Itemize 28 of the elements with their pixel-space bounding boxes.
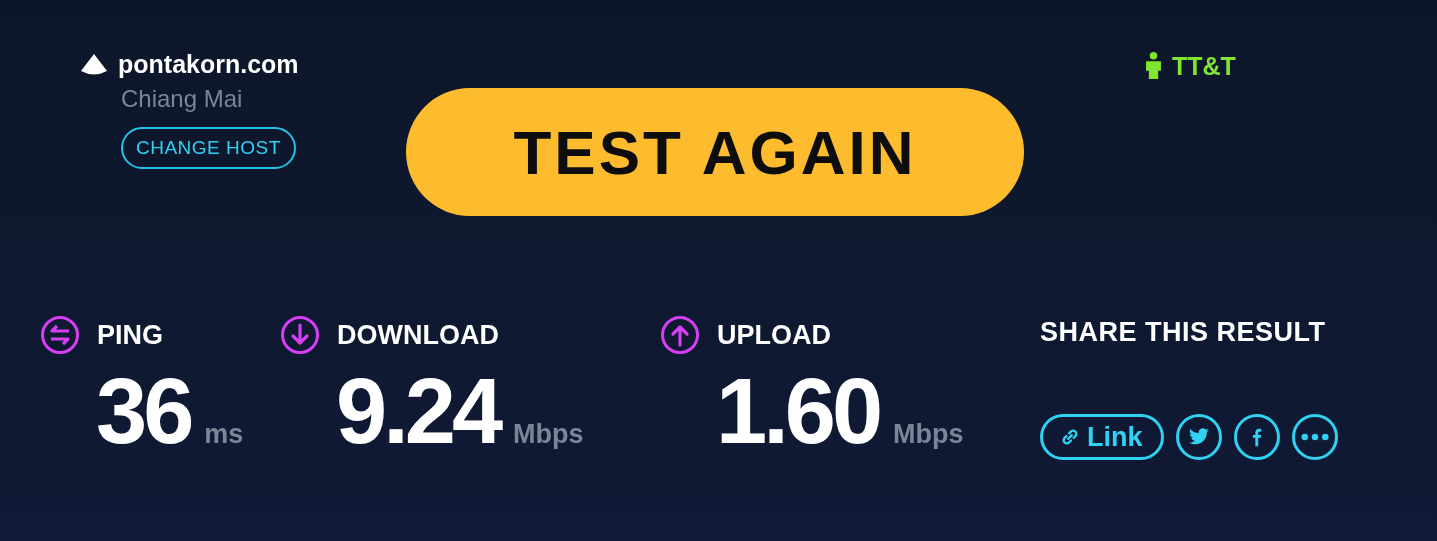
metric-unit: Mbps (513, 419, 584, 450)
upload-icon (660, 315, 700, 355)
bird-button[interactable] (1175, 414, 1222, 460)
host-location: Chiang Mai (121, 85, 243, 113)
more-icon (1300, 433, 1329, 441)
exchange-icon (40, 315, 80, 355)
test-again-button[interactable]: TEST AGAIN (406, 88, 1024, 216)
person-icon (1145, 52, 1162, 80)
host-name: pontakorn.com (118, 50, 299, 79)
more-button[interactable] (1291, 414, 1338, 460)
link-icon (1061, 428, 1079, 446)
download-icon (280, 315, 320, 355)
metric-value: 9.24 (336, 365, 502, 457)
metric-label: PING (97, 319, 163, 351)
isp-name: TT&T (1172, 52, 1236, 81)
facebook-icon (1251, 427, 1262, 447)
metric-unit: ms (204, 419, 244, 450)
metric-label: UPLOAD (717, 319, 831, 351)
metric-label: DOWNLOAD (337, 319, 499, 351)
metric-value: 36 (96, 365, 192, 457)
share-title: SHARE THIS RESULT (1040, 317, 1327, 348)
metric-value: 1.60 (716, 365, 881, 457)
bird-icon (1187, 428, 1210, 446)
server-icon (80, 52, 108, 77)
change-host-button[interactable]: CHANGE HOST (121, 127, 296, 169)
metric-unit: Mbps (893, 419, 964, 450)
link-button[interactable]: Link (1040, 414, 1164, 460)
facebook-button[interactable] (1233, 414, 1280, 460)
